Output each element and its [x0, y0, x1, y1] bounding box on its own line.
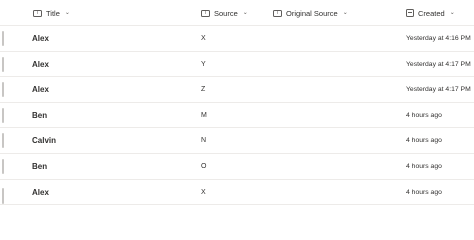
text-field-icon: T — [273, 9, 282, 17]
row-title[interactable]: Ben — [32, 103, 47, 128]
row-title[interactable]: Alex — [32, 77, 49, 102]
row-source: O — [201, 162, 207, 170]
row-selection-handle[interactable] — [2, 82, 4, 98]
column-header-source-label: Source — [214, 8, 238, 18]
row-created: 4 hours ago — [406, 111, 442, 119]
column-header-row: T Title ⌄ T Source ⌄ T Original Source ⌄… — [0, 0, 474, 26]
column-header-created[interactable]: Created ⌄ — [406, 0, 455, 26]
row-source: N — [201, 137, 207, 145]
row-source: Y — [201, 60, 206, 68]
row-title[interactable]: Calvin — [32, 128, 56, 153]
column-header-title[interactable]: T Title ⌄ — [33, 0, 70, 26]
list-row[interactable]: Calvin N 4 hours ago — [0, 128, 474, 154]
chevron-down-icon: ⌄ — [64, 10, 70, 16]
column-header-created-label: Created — [418, 8, 445, 18]
row-created: Yesterday at 4:17 PM — [406, 60, 471, 68]
row-source: M — [201, 111, 207, 119]
row-selection-handle[interactable] — [2, 133, 4, 149]
list-row[interactable]: Alex X 4 hours ago — [0, 180, 474, 206]
list-row[interactable]: Ben M 4 hours ago — [0, 103, 474, 129]
row-title[interactable]: Ben — [32, 154, 47, 179]
column-header-title-label: Title — [46, 8, 60, 18]
list-row[interactable]: Alex X Yesterday at 4:16 PM — [0, 26, 474, 52]
calendar-icon — [406, 9, 414, 17]
chevron-down-icon: ⌄ — [449, 10, 455, 16]
row-selection-handle[interactable] — [2, 31, 4, 46]
row-created: 4 hours ago — [406, 137, 442, 145]
row-source: X — [201, 188, 206, 196]
row-created: 4 hours ago — [406, 162, 442, 170]
row-source: Z — [201, 86, 206, 94]
column-header-original-source[interactable]: T Original Source ⌄ — [273, 0, 348, 26]
text-field-icon: T — [33, 9, 42, 17]
row-selection-handle[interactable] — [2, 158, 4, 174]
row-created: 4 hours ago — [406, 188, 442, 196]
column-header-source[interactable]: T Source ⌄ — [201, 0, 248, 26]
row-selection-handle[interactable] — [2, 187, 4, 204]
row-selection-handle[interactable] — [2, 107, 4, 123]
row-title[interactable]: Alex — [32, 52, 49, 77]
row-source: X — [201, 35, 206, 42]
list-row[interactable]: Alex Z Yesterday at 4:17 PM — [0, 77, 474, 103]
list-row[interactable]: Ben O 4 hours ago — [0, 154, 474, 180]
row-created: Yesterday at 4:17 PM — [406, 86, 471, 94]
row-title[interactable]: Alex — [32, 180, 49, 205]
list-view: T Title ⌄ T Source ⌄ T Original Source ⌄… — [0, 0, 474, 207]
chevron-down-icon: ⌄ — [342, 10, 348, 16]
column-header-original-source-label: Original Source — [286, 8, 338, 18]
list-row[interactable]: Alex Y Yesterday at 4:17 PM — [0, 52, 474, 78]
row-created: Yesterday at 4:16 PM — [406, 35, 471, 42]
row-selection-handle[interactable] — [2, 56, 4, 72]
text-field-icon: T — [201, 9, 210, 17]
chevron-down-icon: ⌄ — [242, 10, 248, 16]
row-title[interactable]: Alex — [32, 26, 49, 51]
list-rows: Alex X Yesterday at 4:16 PM Alex Y Yeste… — [0, 26, 474, 206]
